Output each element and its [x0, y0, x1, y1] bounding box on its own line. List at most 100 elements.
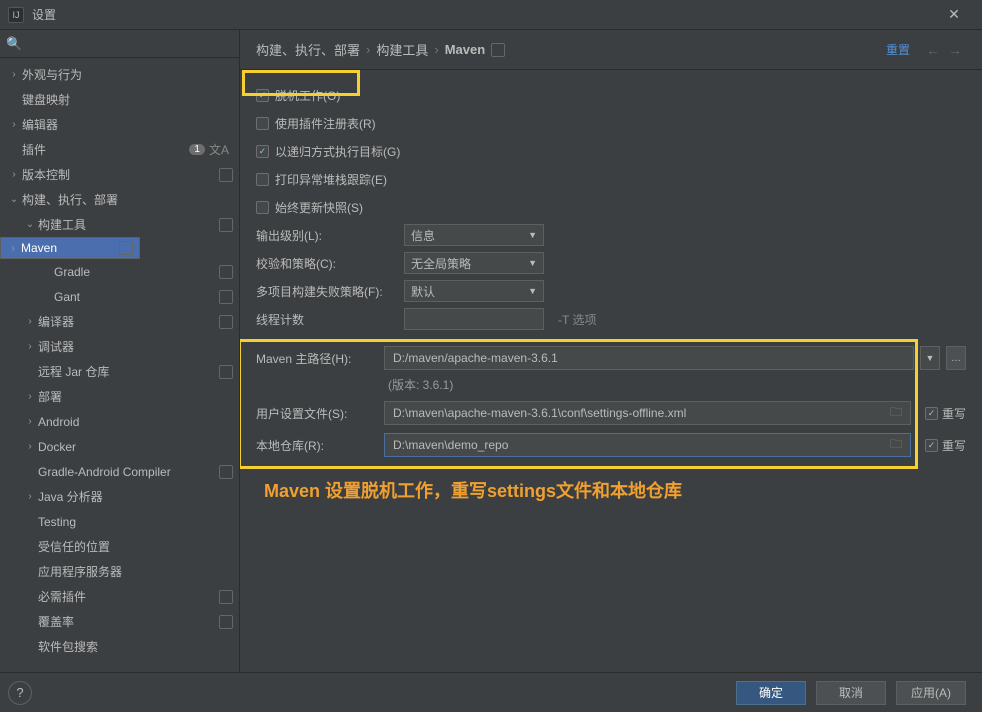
sidebar-item[interactable]: 必需插件: [0, 584, 239, 609]
sidebar-item[interactable]: ›Maven: [0, 237, 140, 259]
registry-checkbox[interactable]: 使用插件注册表(R): [256, 115, 376, 132]
checkbox-icon: [256, 173, 269, 186]
offline-checkbox[interactable]: 脱机工作(O): [256, 87, 340, 104]
checkbox-icon: [256, 89, 269, 102]
sidebar-item[interactable]: ›Android: [0, 409, 239, 434]
chevron-down-icon: ▼: [528, 230, 537, 240]
sidebar-item-label: 必需插件: [38, 588, 219, 605]
local-override-checkbox[interactable]: 重写: [925, 437, 966, 454]
breadcrumb-item[interactable]: 构建工具: [376, 40, 428, 59]
main-panel: 构建、执行、部署 › 构建工具 › Maven 重置 ← → 脱机工作(O) 使…: [240, 30, 982, 672]
threads-label: 线程计数: [256, 311, 404, 328]
sidebar-item[interactable]: Testing: [0, 509, 239, 534]
sidebar-item[interactable]: 插件1文A: [0, 137, 239, 162]
sidebar-item[interactable]: ›调试器: [0, 334, 239, 359]
reset-link[interactable]: 重置: [886, 41, 910, 58]
ok-button[interactable]: 确定: [736, 681, 806, 705]
sidebar-item-label: 版本控制: [22, 166, 219, 183]
chevron-icon: ›: [8, 169, 20, 180]
chevron-icon: ›: [24, 441, 36, 452]
sidebar-item[interactable]: ⌄构建、执行、部署: [0, 187, 239, 212]
sidebar-item-label: 部署: [38, 388, 233, 405]
checkbox-label: 脱机工作(O): [275, 87, 340, 104]
sidebar-item[interactable]: 受信任的位置: [0, 534, 239, 559]
maven-home-input[interactable]: D:/maven/apache-maven-3.6.1: [384, 346, 914, 370]
project-scope-icon: [219, 265, 233, 279]
chevron-icon: ›: [24, 316, 36, 327]
sidebar-item[interactable]: ›部署: [0, 384, 239, 409]
maven-home-dropdown[interactable]: ▼: [920, 346, 940, 370]
sidebar-item[interactable]: Gant: [0, 284, 239, 309]
sidebar-item-label: 键盘映射: [22, 91, 233, 108]
sidebar-item[interactable]: ›Java 分析器: [0, 484, 239, 509]
folder-icon[interactable]: 🗀: [890, 435, 902, 456]
threads-hint: -T 选项: [558, 311, 596, 328]
project-scope-icon: [219, 590, 233, 604]
sidebar-item[interactable]: ›编译器: [0, 309, 239, 334]
search-icon: 🔍: [6, 36, 22, 52]
stacktrace-checkbox[interactable]: 打印异常堆栈跟踪(E): [256, 171, 387, 188]
chevron-icon: ›: [8, 69, 20, 80]
chevron-icon: ›: [24, 391, 36, 402]
folder-icon[interactable]: 🗀: [890, 403, 902, 424]
local-repo-row: 本地仓库(R): D:\maven\demo_repo🗀 重写: [256, 433, 966, 457]
checkbox-icon: [256, 201, 269, 214]
forward-arrow-icon[interactable]: →: [948, 42, 962, 58]
window-title: 设置: [32, 6, 934, 23]
sidebar-item-label: Maven: [21, 241, 119, 255]
back-arrow-icon[interactable]: ←: [926, 42, 940, 58]
sidebar-item-label: Android: [38, 415, 233, 429]
button-label: 应用(A): [911, 684, 951, 701]
checksum-policy-label: 校验和策略(C):: [256, 255, 404, 272]
checkbox-label: 以递归方式执行目标(G): [275, 143, 400, 160]
sidebar-item[interactable]: ›外观与行为: [0, 62, 239, 87]
sidebar-item[interactable]: ⌄构建工具: [0, 212, 239, 237]
sidebar-item[interactable]: 软件包搜索: [0, 634, 239, 659]
search-input[interactable]: [26, 37, 233, 51]
checkbox-label: 始终更新快照(S): [275, 199, 363, 216]
chevron-right-icon: ›: [366, 42, 370, 57]
chevron-down-icon: ▼: [926, 353, 935, 363]
close-icon[interactable]: ✕: [934, 0, 974, 30]
sidebar-item[interactable]: ›Docker: [0, 434, 239, 459]
checksum-policy-select[interactable]: 无全局策略▼: [404, 252, 544, 274]
sidebar-item[interactable]: 远程 Jar 仓库: [0, 359, 239, 384]
breadcrumb-item[interactable]: 构建、执行、部署: [256, 40, 360, 59]
recursive-checkbox[interactable]: 以递归方式执行目标(G): [256, 143, 400, 160]
sidebar-item-label: 远程 Jar 仓库: [38, 363, 219, 380]
checkbox-label: 使用插件注册表(R): [275, 115, 376, 132]
output-level-select[interactable]: 信息▼: [404, 224, 544, 246]
help-button[interactable]: ?: [8, 681, 32, 705]
sidebar-item-label: Gradle-Android Compiler: [38, 465, 219, 479]
chevron-down-icon: ▼: [528, 286, 537, 296]
cancel-button[interactable]: 取消: [816, 681, 886, 705]
checkbox-label: 打印异常堆栈跟踪(E): [275, 171, 387, 188]
chevron-icon: ⌄: [8, 194, 20, 205]
user-override-checkbox[interactable]: 重写: [925, 405, 966, 422]
sidebar-item[interactable]: ›编辑器: [0, 112, 239, 137]
local-repo-label: 本地仓库(R):: [256, 437, 378, 454]
user-settings-label: 用户设置文件(S):: [256, 405, 378, 422]
sidebar-item[interactable]: 键盘映射: [0, 87, 239, 112]
local-repo-input[interactable]: D:\maven\demo_repo🗀: [384, 433, 911, 457]
badge: 1: [189, 144, 205, 155]
sidebar-item-label: 构建工具: [38, 216, 219, 233]
snapshot-checkbox[interactable]: 始终更新快照(S): [256, 199, 363, 216]
select-value: 无全局策略: [411, 255, 471, 272]
project-scope-icon: [491, 43, 505, 57]
sidebar-item[interactable]: 应用程序服务器: [0, 559, 239, 584]
chevron-icon: ›: [24, 341, 36, 352]
sidebar-item[interactable]: 覆盖率: [0, 609, 239, 634]
browse-button[interactable]: …: [946, 346, 966, 370]
multi-fail-select[interactable]: 默认▼: [404, 280, 544, 302]
sidebar-item[interactable]: Gradle: [0, 259, 239, 284]
sidebar-item[interactable]: ›版本控制: [0, 162, 239, 187]
sidebar-item-label: 软件包搜索: [38, 638, 233, 655]
sidebar-item[interactable]: Gradle-Android Compiler: [0, 459, 239, 484]
button-label: 确定: [759, 684, 783, 701]
sidebar-item-label: 应用程序服务器: [38, 563, 233, 580]
user-settings-input[interactable]: D:\maven\apache-maven-3.6.1\conf\setting…: [384, 401, 911, 425]
apply-button[interactable]: 应用(A): [896, 681, 966, 705]
project-scope-icon: [219, 168, 233, 182]
threads-input[interactable]: [404, 308, 544, 330]
